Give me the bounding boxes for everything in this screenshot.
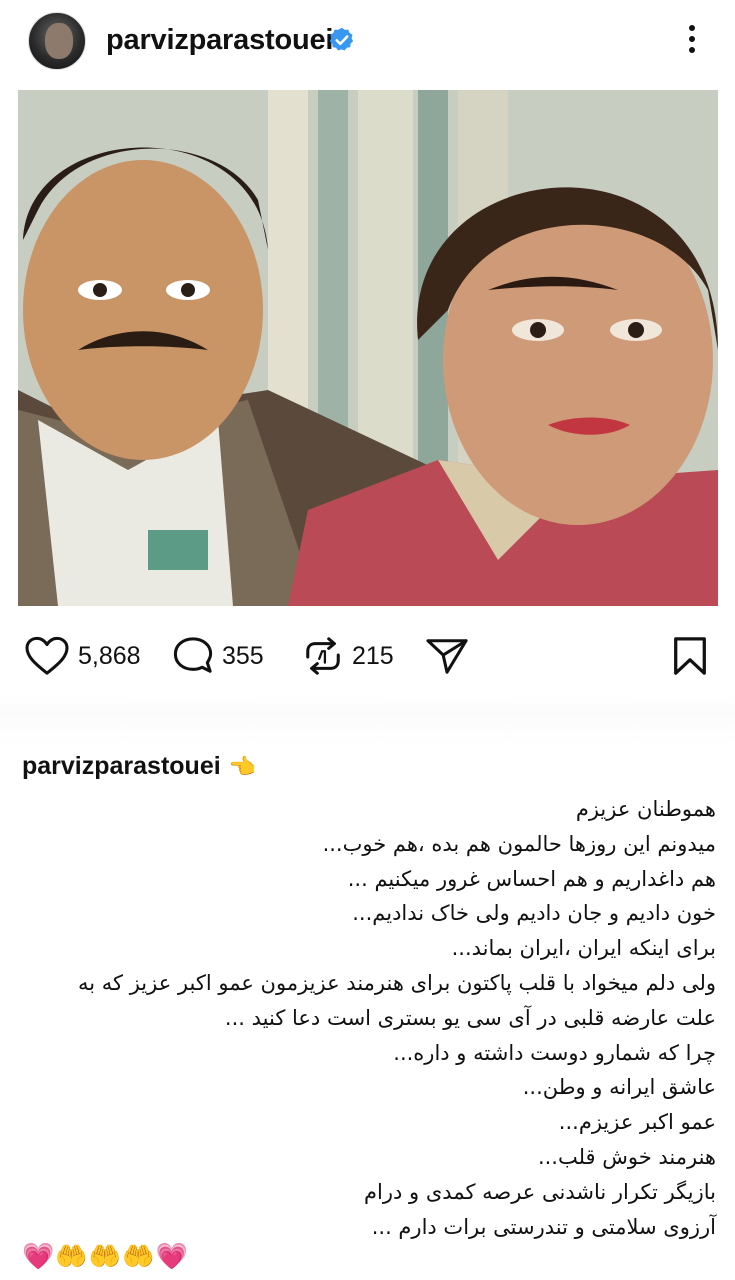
post-image[interactable] (18, 90, 718, 606)
post-header: parvizparastouei (0, 0, 735, 88)
caption-line: ولی دلم میخواد با قلب پاکتون برای هنرمند… (78, 970, 716, 995)
share-button[interactable] (424, 636, 470, 676)
caption-line: عاشق ایرانه و وطن... (522, 1075, 716, 1100)
comment-bubble-icon (173, 637, 213, 673)
save-button[interactable] (672, 636, 708, 676)
comments-count[interactable]: 355 (222, 642, 264, 671)
likes-count[interactable]: 5,868 (78, 642, 141, 671)
caption-line: علت عارضه قلبی در آی سی یو بستری است دعا… (224, 1005, 716, 1030)
send-icon (426, 639, 468, 674)
caption-line: بازیگر تکرار ناشدنی عرصه کمدی و درام (364, 1179, 716, 1204)
comment-button[interactable]: 355 (172, 636, 264, 676)
caption-line: هم داغداریم و هم احساس غرور میکنیم ... (347, 866, 716, 891)
caption-line: میدونم این روزها حالمون هم بده ،هم خوب..… (322, 831, 716, 856)
caption-line: برای اینکه ایران ،ایران بماند... (451, 936, 716, 961)
heart-icon (25, 636, 69, 675)
caption-line: خون دادیم و جان دادیم ولی خاک ندادیم... (352, 901, 716, 926)
caption-line: چرا که شمارو دوست داشته و داره... (393, 1040, 716, 1065)
bookmark-icon (674, 637, 706, 675)
pointing-hand-icon: 👈 (228, 753, 257, 779)
caption-text: هموطنان عزیزم میدونم این روزها حالمون هم… (22, 792, 716, 1244)
verified-badge-icon (329, 27, 354, 51)
repost-button[interactable]: 215 (302, 636, 394, 676)
post-photo-illustration (18, 90, 718, 606)
avatar[interactable] (28, 12, 86, 70)
caption-emojis: 💗🤲🤲🤲💗 (22, 1242, 189, 1272)
more-options-icon[interactable] (680, 22, 704, 62)
repost-icon (306, 637, 340, 675)
caption-header: parvizparastouei 👈 (22, 752, 256, 781)
post-actions: 5,868 355 215 (0, 620, 735, 694)
caption-line: عمو اکبر عزیزم... (558, 1110, 716, 1135)
divider (0, 694, 735, 744)
like-button[interactable]: 5,868 (24, 636, 141, 676)
caption-username[interactable]: parvizparastouei (22, 752, 221, 781)
reposts-count[interactable]: 215 (352, 642, 394, 671)
post-username[interactable]: parvizparastouei (106, 24, 333, 57)
caption-line: آرزوی سلامتی و تندرستی برات دارم ... (371, 1214, 716, 1239)
caption-line: هموطنان عزیزم (575, 797, 716, 821)
caption-line: هنرمند خوش قلب... (537, 1144, 716, 1169)
